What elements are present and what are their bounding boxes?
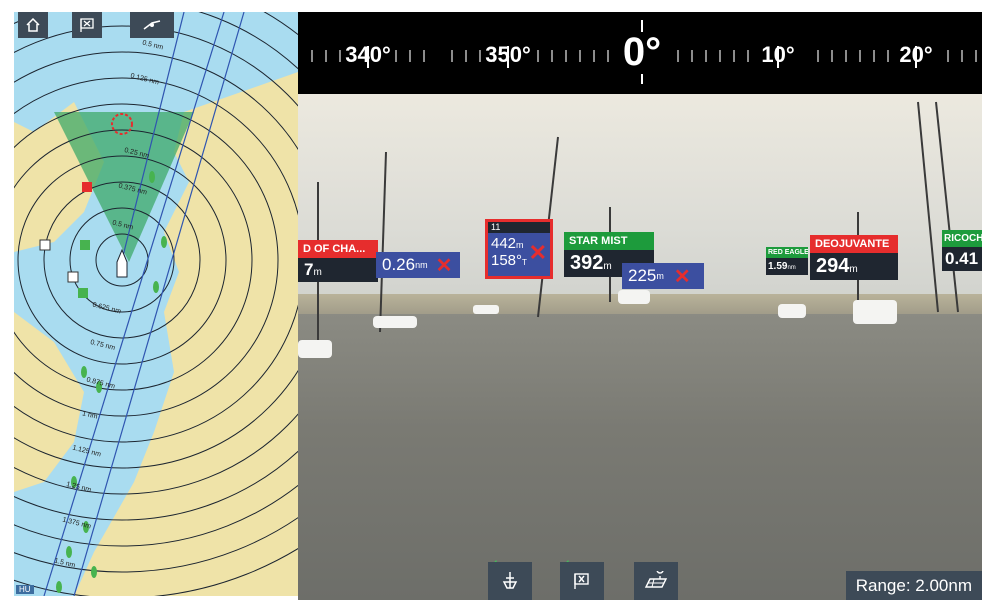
waypoint-toggle-button[interactable] [560,562,604,600]
waypoint-button[interactable] [72,12,102,38]
heading-label: 340° [345,42,391,67]
target-name: RICOCH [942,230,982,247]
heading-label: 10° [761,42,795,67]
ar-display: 0.5 nm 0.125 nm 0.25 nm 0.375 nm 0.5 nm … [0,0,982,600]
waypoint-icon [574,573,589,589]
home-icon [26,18,40,32]
current-heading: 0° [622,30,662,74]
target-name: D OF CHA... [298,240,378,258]
heading-tape[interactable]: 340° 350° 0° 10° 20° [298,12,982,94]
target-distance: 7m [298,258,378,282]
chart-icon [644,571,668,588]
chart-map[interactable] [14,12,298,596]
range-readout: Range: 2.00nm [845,571,982,600]
waypoint-icon [80,18,94,32]
ais-target[interactable]: RED EAGLE 1.59nm [766,247,808,275]
dangerous-target-icon: ✕ [435,254,453,277]
target-name: STAR MIST [564,232,654,250]
ais-target[interactable]: RICOCH 0.41 [942,230,982,271]
ais-target[interactable]: 0.26 nm ✕ [376,252,460,278]
home-button[interactable] [18,12,48,38]
vessel-toggle-button[interactable] [488,562,532,600]
camera-pane[interactable]: 340° 350° 0° 10° 20° D OF CHA... 7m 0.26… [298,12,982,600]
chart-pane[interactable]: 0.5 nm 0.125 nm 0.25 nm 0.375 nm 0.5 nm … [14,12,298,596]
selected-target[interactable]: 11 442m 158°T ✕ [485,219,553,279]
orientation-badge[interactable]: HU [16,585,34,594]
ais-target[interactable]: DEOJUVANTE 294m [810,235,898,280]
target-id: 11 [488,222,550,233]
chart-toggle-button[interactable] [634,562,678,600]
center-vessel-icon [143,20,161,30]
target-distance: 1.59nm [766,258,808,275]
heading-label: 350° [485,42,531,67]
ais-target[interactable]: 225 m ✕ [622,263,704,289]
target-name: RED EAGLE [766,247,808,258]
dangerous-target-icon: ✕ [528,240,547,265]
vessel-icon [502,572,518,589]
ais-target[interactable]: D OF CHA... 7m [298,240,378,282]
target-distance: 294m [810,253,898,280]
center-vessel-button[interactable] [130,12,174,38]
dangerous-target-icon: ✕ [673,265,691,288]
target-name: DEOJUVANTE [810,235,898,253]
heading-label: 20° [899,42,933,67]
harbour-scene [298,101,959,358]
target-distance: 0.41 [942,247,982,271]
